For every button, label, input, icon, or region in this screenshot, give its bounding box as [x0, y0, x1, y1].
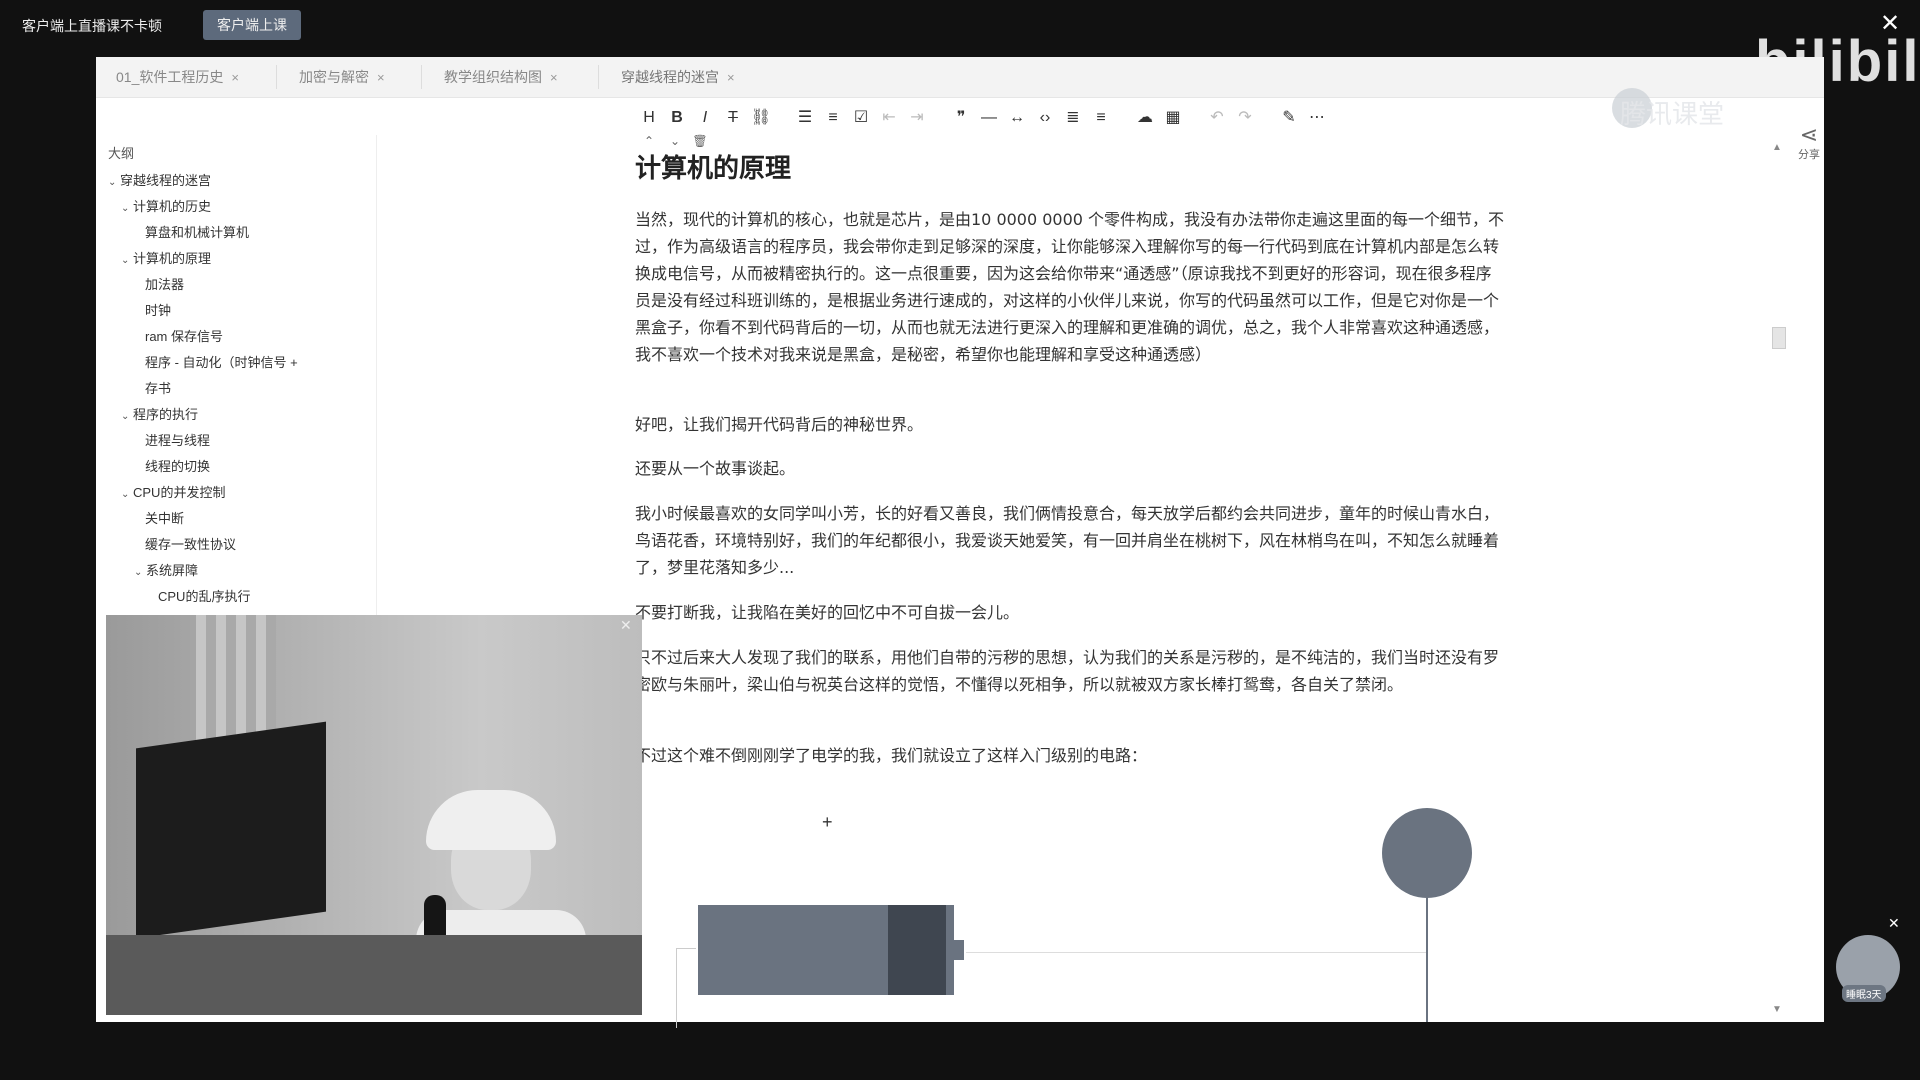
task-list-icon[interactable]: ☑: [849, 105, 873, 131]
mascot-label: 睡眠3天: [1842, 985, 1886, 1002]
undo-icon[interactable]: ↶: [1205, 105, 1229, 131]
paragraph: 只不过后来大人发现了我们的联系，用他们自带的污秽的思想，认为我们的关系是污秽的，…: [635, 648, 1500, 694]
editor-toolbar: H B I T ⛓ ☰ ≡ ☑ ⇤ ⇥ ❞ — ↔ ‹› ≣ ≡ ☁ ▦ ↶ ↷…: [637, 105, 1537, 148]
client-class-button[interactable]: 客户端上课: [203, 10, 301, 40]
live-promo-label: 客户端上直播课不卡顿: [22, 18, 162, 34]
outline-item[interactable]: 时钟: [145, 300, 171, 319]
webcam-video[interactable]: ✕: [106, 615, 642, 1015]
tab-close-icon[interactable]: ×: [727, 70, 735, 85]
outline-item[interactable]: 存书: [145, 378, 171, 397]
circuit-wire: [676, 948, 677, 1028]
redo-icon[interactable]: ↷: [1233, 105, 1257, 131]
webcam-monitor: [136, 721, 326, 939]
presenter-hat: [426, 790, 556, 850]
tab-software-history[interactable]: 01_软件工程历史 ×: [116, 57, 239, 97]
paragraph: 好吧，让我们揭开代码背后的神秘世界。: [635, 415, 924, 434]
paragraph: 不过这个难不倒刚刚学了电学的我，我们就设立了这样入门级别的电路：: [635, 746, 1148, 765]
code-icon[interactable]: ↔: [1005, 105, 1029, 131]
tab-bar: 01_软件工程历史 × 加密与解密 × 教学组织结构图 × 穿越线程的迷宫 ×: [96, 57, 1824, 98]
chevron-down-icon[interactable]: ⌄: [108, 177, 120, 188]
outline-item[interactable]: 缓存一致性协议: [145, 534, 236, 553]
outline-item[interactable]: ⌄ 程序的执行: [121, 404, 198, 423]
indent-icon[interactable]: ⇥: [905, 105, 929, 131]
share-button[interactable]: ⋖ 分享: [1794, 124, 1824, 162]
scroll-up-icon[interactable]: ▲: [1772, 142, 1782, 153]
paragraph: 不要打断我，让我陷在美好的回忆中不可自拔一会儿。: [635, 603, 1020, 622]
align-icon[interactable]: ≡: [1089, 105, 1113, 131]
share-label: 分享: [1798, 149, 1820, 161]
outline-title: 大纲: [108, 146, 135, 161]
tab-org-chart[interactable]: 教学组织结构图 ×: [444, 57, 558, 97]
outline-item[interactable]: 加法器: [145, 274, 184, 293]
tab-divider: [421, 65, 422, 89]
share-icon: ⋖: [1799, 122, 1819, 147]
document-heading: 计算机的原理: [635, 154, 792, 184]
chevron-down-icon[interactable]: ⌄: [134, 567, 146, 578]
chevron-up-icon[interactable]: ⌃: [640, 133, 658, 149]
battery-terminal: [946, 940, 964, 960]
more-icon[interactable]: ⋯: [1305, 105, 1329, 131]
tab-close-icon[interactable]: ×: [231, 70, 239, 85]
scrollbar-thumb[interactable]: [1772, 327, 1786, 349]
tab-close-icon[interactable]: ×: [377, 70, 385, 85]
tab-divider: [276, 65, 277, 89]
tab-close-icon[interactable]: ×: [550, 70, 558, 85]
outline-item[interactable]: ⌄ 计算机的原理: [121, 248, 211, 267]
close-icon[interactable]: ✕: [1888, 915, 1900, 932]
inline-code-icon[interactable]: ‹›: [1033, 105, 1057, 131]
outline-item[interactable]: 进程与线程: [145, 430, 210, 449]
bold-icon[interactable]: B: [665, 105, 689, 131]
battery-plus-label: +: [822, 812, 833, 832]
tab-thread-maze[interactable]: 穿越线程的迷宫 ×: [621, 57, 735, 97]
outline-item[interactable]: ⌄ 穿越线程的迷宫: [108, 170, 211, 189]
outline-item[interactable]: 程序 - 自动化（时钟信号 +: [145, 352, 298, 371]
outline-item[interactable]: 关中断: [145, 508, 184, 527]
tab-encryption[interactable]: 加密与解密 ×: [299, 57, 385, 97]
tab-divider: [598, 65, 599, 89]
outline-divider: [376, 135, 377, 675]
ordered-list-icon[interactable]: ≡: [821, 105, 845, 131]
table-icon[interactable]: ▦: [1161, 105, 1185, 131]
outline-item[interactable]: 线程的切换: [145, 456, 210, 475]
outline-item[interactable]: ram 保存信号: [145, 326, 223, 345]
outline-item[interactable]: 算盘和机械计算机: [145, 222, 249, 241]
webcam-desk: [106, 935, 642, 1015]
close-icon[interactable]: ✕: [620, 617, 632, 634]
strikethrough-icon[interactable]: T: [721, 105, 745, 131]
bullet-list-icon[interactable]: ☰: [793, 105, 817, 131]
light-bulb: [1382, 808, 1472, 898]
outline-panel: 大纲 ⌄ 穿越线程的迷宫 ⌄ 计算机的历史 算盘和机械计算机 ⌄ 计算机的原理 加法器…: [96, 135, 376, 675]
tencent-classroom-logo: 腾讯课堂: [1620, 99, 1725, 129]
trash-icon[interactable]: 🗑: [691, 133, 709, 149]
quote-icon[interactable]: ❞: [949, 105, 973, 131]
chevron-down-icon[interactable]: ⌄: [121, 203, 133, 214]
paragraph: 还要从一个故事谈起。: [635, 459, 796, 478]
circuit-wire: [966, 952, 1426, 953]
heading-icon[interactable]: H: [637, 105, 661, 131]
table-of-contents-icon[interactable]: ≣: [1061, 105, 1085, 131]
live-bar: 客户端上直播课不卡顿 客户端上课 ✕ bilibili: [0, 0, 1920, 94]
paragraph: 我小时候最喜欢的女同学叫小芳，长的好看又善良，我们俩情投意合，每天放学后都约会共…: [635, 504, 1500, 577]
circuit-wire: [676, 948, 696, 949]
cloud-upload-icon[interactable]: ☁: [1133, 105, 1157, 131]
chevron-down-icon[interactable]: ⌄: [666, 133, 684, 149]
italic-icon[interactable]: I: [693, 105, 717, 131]
paragraph: 当然，现代的计算机的核心，也就是芯片，是由10 0000 0000 个零件构成，…: [635, 210, 1505, 364]
outline-item[interactable]: ⌄ 系统屏障: [134, 560, 198, 579]
outline-item[interactable]: CPU的乱序执行: [158, 586, 250, 605]
scroll-down-icon[interactable]: ▼: [1772, 1004, 1782, 1015]
bulb-wire: [1426, 898, 1428, 1022]
outdent-icon[interactable]: ⇤: [877, 105, 901, 131]
horizontal-rule-icon[interactable]: —: [977, 105, 1001, 131]
link-icon[interactable]: ⛓: [749, 105, 773, 131]
pen-icon[interactable]: ✎: [1277, 105, 1301, 131]
battery-cap: [888, 905, 946, 995]
outline-item[interactable]: ⌄ 计算机的历史: [121, 196, 211, 215]
chevron-down-icon[interactable]: ⌄: [121, 411, 133, 422]
outline-item[interactable]: ⌄ CPU的并发控制: [121, 482, 225, 501]
chevron-down-icon[interactable]: ⌄: [121, 489, 133, 500]
chevron-down-icon[interactable]: ⌄: [121, 255, 133, 266]
